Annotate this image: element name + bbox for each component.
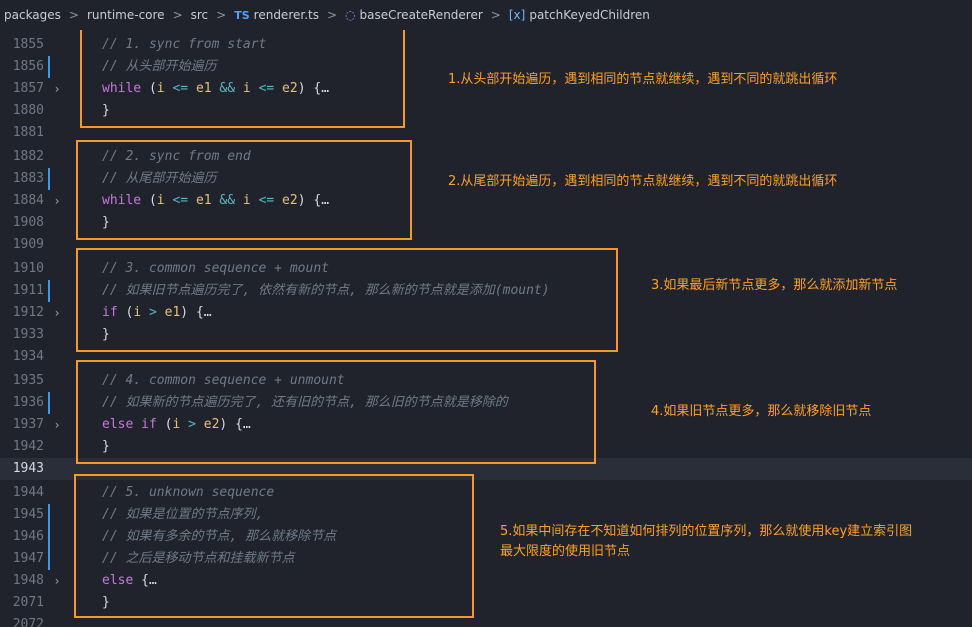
line-number: 1855 xyxy=(12,37,44,52)
line-number: 1947 xyxy=(12,551,44,566)
modified-line-bar xyxy=(48,392,50,414)
breadcrumb-separator-icon: > xyxy=(216,8,227,22)
section-box-3 xyxy=(76,248,618,352)
modified-line-bar xyxy=(48,504,50,526)
breadcrumb-separator-icon: > xyxy=(490,8,501,22)
breadcrumb-item-runtime-core[interactable]: runtime-core xyxy=(87,8,165,22)
breadcrumb-item-renderer-ts[interactable]: TS renderer.ts xyxy=(234,8,319,22)
line-number: 1880 xyxy=(12,103,44,118)
line-number: 1946 xyxy=(12,529,44,544)
annotation-4: 4.如果旧节点更多，那么就移除旧节点 xyxy=(651,404,872,419)
line-number: 1910 xyxy=(12,261,44,276)
line-number: 1944 xyxy=(12,485,44,500)
line-number: 1883 xyxy=(12,171,44,186)
chevron-right-icon[interactable]: › xyxy=(52,570,62,592)
function-icon: ◌ xyxy=(345,8,356,22)
section-box-5 xyxy=(74,474,474,618)
breadcrumb: packages > runtime-core > src > TS rende… xyxy=(0,0,972,30)
modified-line-bar xyxy=(48,168,50,190)
breadcrumb-label-baseCreateRenderer: baseCreateRenderer xyxy=(359,8,483,22)
line-number: 1945 xyxy=(12,507,44,522)
annotation-5-line-1: 5.如果中间存在不知道如何排列的位置序列，那么就使用key建立索引图 xyxy=(500,524,913,539)
annotation-3: 3.如果最后新节点更多，那么就添加新节点 xyxy=(651,278,898,293)
code-editor[interactable]: 1854 1855 // 1. sync from start 1856 // … xyxy=(0,30,972,627)
editor-window: packages > runtime-core > src > TS rende… xyxy=(0,0,972,627)
chevron-right-icon[interactable]: › xyxy=(52,414,62,436)
line-number: 1942 xyxy=(12,439,44,454)
modified-line-bar xyxy=(48,280,50,302)
line-number: 2071 xyxy=(12,595,44,610)
breadcrumb-label-packages: packages xyxy=(4,8,61,22)
annotation-2: 2.从尾部开始遍历，遇到相同的节点就继续，遇到不同的就跳出循环 xyxy=(448,174,838,189)
breadcrumb-item-packages[interactable]: packages xyxy=(0,8,61,22)
line-number: 1856 xyxy=(12,59,44,74)
line-number: 1936 xyxy=(12,395,44,410)
modified-line-bar xyxy=(48,548,50,570)
breadcrumb-separator-icon: > xyxy=(172,8,183,22)
line-number: 1909 xyxy=(12,237,44,252)
breadcrumb-separator-icon: > xyxy=(68,8,79,22)
modified-line-bar xyxy=(48,526,50,548)
chevron-right-icon[interactable]: › xyxy=(52,302,62,324)
line-number: 1935 xyxy=(12,373,44,388)
annotation-1: 1.从头部开始遍历，遇到相同的节点就继续，遇到不同的就跳出循环 xyxy=(448,72,838,87)
modified-line-bar xyxy=(48,56,50,78)
line-number: 1908 xyxy=(12,215,44,230)
section-box-4 xyxy=(76,360,596,464)
variable-icon: [x] xyxy=(508,8,526,22)
breadcrumb-label-src: src xyxy=(190,8,209,22)
annotation-5-line-2: 最大限度的使用旧节点 xyxy=(500,544,631,559)
breadcrumb-label-renderer-ts: renderer.ts xyxy=(253,8,319,22)
section-box-2 xyxy=(76,140,412,240)
breadcrumb-label-patchKeyedChildren: patchKeyedChildren xyxy=(529,8,650,22)
breadcrumb-separator-icon: > xyxy=(326,8,338,22)
line-number: 1911 xyxy=(12,283,44,298)
breadcrumb-item-src[interactable]: src xyxy=(191,8,209,22)
breadcrumb-item-patchKeyedChildren[interactable]: [x] patchKeyedChildren xyxy=(509,8,650,22)
typescript-file-icon: TS xyxy=(234,8,250,22)
line-number: 1882 xyxy=(12,149,44,164)
line-number: 1884 xyxy=(12,193,44,208)
line-number: 1912 xyxy=(12,305,44,320)
line-number: 2072 xyxy=(12,617,44,627)
chevron-right-icon[interactable]: › xyxy=(52,190,62,212)
line-number: 1934 xyxy=(12,349,44,364)
chevron-right-icon[interactable]: › xyxy=(52,78,62,100)
line-number: 1943 xyxy=(12,461,44,476)
section-box-1 xyxy=(80,30,405,128)
line-number: 1937 xyxy=(12,417,44,432)
line-number: 1857 xyxy=(12,81,44,96)
line-number: 1881 xyxy=(12,125,44,140)
line-number: 1948 xyxy=(12,573,44,588)
breadcrumb-label-runtime-core: runtime-core xyxy=(86,8,165,22)
breadcrumb-item-baseCreateRenderer[interactable]: ◌ baseCreateRenderer xyxy=(345,8,483,22)
line-number: 1933 xyxy=(12,327,44,342)
